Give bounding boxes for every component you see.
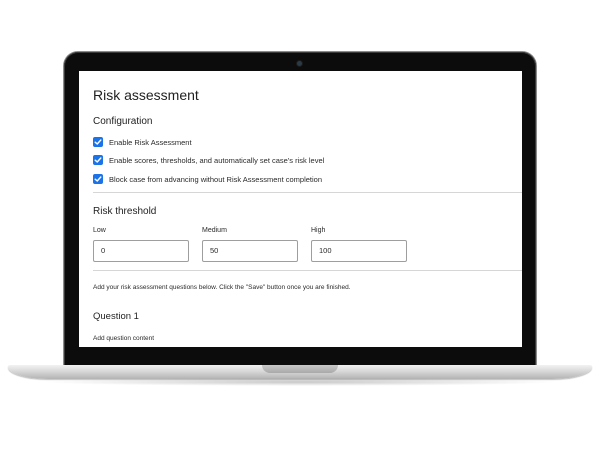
- medium-threshold-label: Medium: [202, 227, 227, 234]
- section-divider: [93, 270, 522, 271]
- question-content-label: Add question content: [93, 335, 155, 342]
- low-threshold-input[interactable]: 0: [93, 240, 189, 262]
- risk-threshold-heading: Risk threshold: [93, 206, 157, 217]
- checkbox-block-case[interactable]: [93, 174, 103, 184]
- high-threshold-input[interactable]: 100: [311, 240, 407, 262]
- checkbox-label: Enable Risk Assessment: [109, 137, 192, 147]
- configuration-heading: Configuration: [93, 116, 153, 127]
- camera-icon: [297, 61, 302, 66]
- low-threshold-label: Low: [93, 227, 106, 234]
- checkbox-label: Block case from advancing without Risk A…: [109, 174, 323, 184]
- high-threshold-label: High: [311, 227, 326, 234]
- section-divider: [93, 192, 522, 193]
- medium-threshold-input[interactable]: 50: [202, 240, 298, 262]
- question-title: Question 1: [93, 311, 139, 322]
- checkbox-enable-risk-assessment[interactable]: [93, 137, 103, 147]
- checkbox-label: Enable scores, thresholds, and automatic…: [109, 155, 325, 165]
- checkmark-icon: [94, 157, 102, 163]
- page-title: Risk assessment: [93, 87, 199, 103]
- checkbox-row-block-case[interactable]: Block case from advancing without Risk A…: [93, 174, 322, 184]
- checkbox-row-enable-risk-assessment[interactable]: Enable Risk Assessment: [93, 137, 192, 147]
- laptop-shadow: [40, 378, 560, 386]
- checkbox-row-enable-scores[interactable]: Enable scores, thresholds, and automatic…: [93, 155, 324, 165]
- checkmark-icon: [94, 176, 102, 182]
- checkbox-enable-scores[interactable]: [93, 155, 103, 165]
- checkmark-icon: [94, 139, 102, 145]
- laptop-screen: Risk assessment Configuration Enable Ris…: [79, 71, 522, 347]
- instructions-text: Add your risk assessment questions below…: [93, 284, 351, 291]
- laptop-base-notch: [262, 365, 338, 373]
